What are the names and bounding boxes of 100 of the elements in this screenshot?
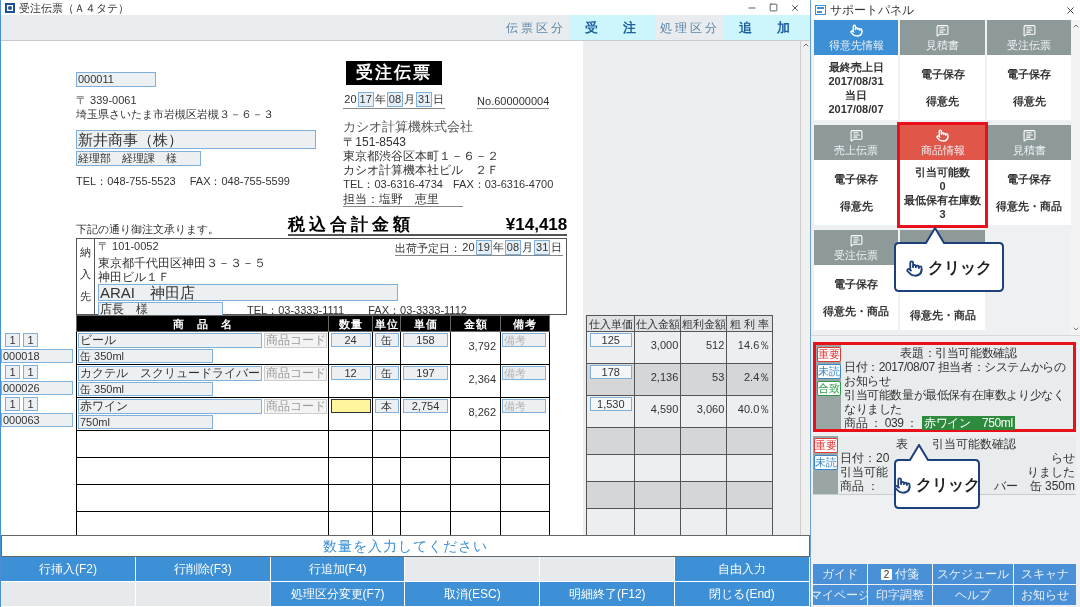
notice-text: 日付：20 bbox=[840, 451, 890, 465]
tile-text: 得意先 bbox=[1012, 93, 1046, 108]
tile-label: 見積書 bbox=[1012, 143, 1046, 157]
date-text: 20 bbox=[461, 240, 476, 255]
tile-text: 得意先 bbox=[839, 198, 873, 213]
delivery-address: 神田ビル１Ｆ bbox=[98, 270, 171, 284]
date-text: 20 bbox=[343, 92, 358, 107]
amount-text: 3,792 bbox=[468, 340, 496, 352]
column-header: 仕入単価 bbox=[586, 315, 635, 332]
column-header: 金額 bbox=[450, 315, 501, 332]
status-badge: 未読 bbox=[816, 364, 841, 379]
postal-code: 〒 101-0052 bbox=[98, 239, 159, 254]
notice-text: 日付：2017/08/07 担当者：システムからのお知らせ bbox=[844, 360, 1067, 388]
amount-text: 2,364 bbox=[468, 373, 496, 385]
tile-text: 最終売上日 bbox=[828, 59, 884, 74]
notice-text: 商品 ： bbox=[840, 479, 880, 493]
date-text: 年 bbox=[491, 240, 505, 255]
date-text: 日 bbox=[432, 92, 446, 107]
tile-text: 得意先 bbox=[926, 93, 959, 108]
tile-text: 得意先・商品 bbox=[996, 198, 1062, 213]
tile-text: 引当可能数 bbox=[915, 164, 970, 179]
issuer-address: カシオ計算機本社ビル ２Ｆ bbox=[343, 163, 500, 177]
slip-title: 受注伝票 bbox=[346, 61, 443, 85]
notice-text: りました bbox=[1027, 465, 1075, 479]
product-highlight: 赤ワイン 750ml bbox=[922, 416, 1015, 430]
notice-text: 引当可能 bbox=[840, 465, 888, 479]
status-badge: 重要 bbox=[816, 347, 841, 362]
staff-name: 担当：塩野 恵里 bbox=[343, 192, 464, 207]
notice-text: らせ bbox=[1051, 451, 1075, 465]
tile-text: 2017/08/31 bbox=[828, 73, 884, 88]
cost-text: 2,136 bbox=[650, 371, 679, 383]
notice-text: バー 缶 350m bbox=[993, 479, 1075, 493]
header-value: 追 加 bbox=[724, 15, 810, 40]
amount-text: 8,262 bbox=[468, 406, 496, 418]
notice-title: 引当可能数確認 bbox=[932, 437, 1016, 451]
tile-text: 電子保存 bbox=[834, 277, 878, 292]
delivery-label: 納入先 bbox=[80, 245, 91, 304]
message-bar: 数量を入力してください bbox=[1, 535, 810, 557]
total-amount: ¥14,418 bbox=[505, 215, 568, 234]
header-label: 伝票区分 bbox=[505, 19, 567, 37]
column-header: 単位 bbox=[372, 315, 401, 332]
slip-number: No.600000004 bbox=[477, 94, 550, 109]
count-badge: 2 bbox=[880, 568, 893, 580]
cost-text: 3,000 bbox=[650, 339, 679, 351]
fax-text: FAX：03-3333-1112 bbox=[368, 302, 467, 317]
fax-text: FAX：048-755-5599 bbox=[189, 174, 290, 188]
date-text: 日 bbox=[550, 240, 564, 255]
tile-text: 0 bbox=[939, 178, 946, 193]
notice-title: 表題：引当可能数確認 bbox=[900, 346, 1017, 360]
status-badge: 合致 bbox=[816, 381, 841, 396]
tile-text: 電子保存 bbox=[920, 67, 965, 82]
column-header: 商 品 名 bbox=[76, 315, 329, 332]
panel-title: サポートパネル bbox=[830, 2, 914, 18]
tile-label: 受注伝票 bbox=[1007, 38, 1051, 52]
column-header: 数量 bbox=[328, 315, 373, 332]
column-header: 仕入金額 bbox=[634, 315, 681, 332]
tel-text: TEL：048-755-5523 bbox=[76, 174, 176, 188]
tile-text: 最低保有在庫数 bbox=[904, 192, 981, 207]
tile-text: 電子保存 bbox=[834, 172, 878, 187]
margin-text: 14.6％ bbox=[737, 339, 771, 351]
window-title: 受注伝票（Ａ４タテ） bbox=[19, 0, 129, 15]
delivery-address: 東京都千代田区神田３－３－５ bbox=[98, 256, 267, 270]
address: 埼玉県さいたま市岩槻区岩槻３－６－３ bbox=[76, 107, 274, 121]
cost-text: 4,590 bbox=[650, 403, 679, 415]
tel-text: TEL：03-6316-4734 bbox=[343, 177, 443, 191]
tile-text: 3 bbox=[939, 206, 946, 221]
notice-text: 引当可能数量が最低保有在庫数より少なくなりました bbox=[844, 388, 1066, 416]
header-label: 処理区分 bbox=[659, 19, 721, 37]
tile-text: 当日 bbox=[845, 87, 867, 102]
tile-text: 電子保存 bbox=[1007, 172, 1051, 187]
tel-text: TEL：03-3333-1111 bbox=[247, 302, 345, 317]
tile-label: 得意先情報 bbox=[828, 38, 884, 52]
tooltip-text: クリック bbox=[916, 475, 980, 495]
column-header: 備考 bbox=[500, 315, 550, 332]
status-badge: 未読 bbox=[813, 455, 838, 470]
tile-text: 電子保存 bbox=[1007, 67, 1051, 82]
margin-text: 2.4％ bbox=[744, 371, 771, 383]
postal-code: 〒 339-0061 bbox=[76, 93, 137, 107]
margin-text: 40.0％ bbox=[737, 403, 771, 415]
tile-label: 見積書 bbox=[926, 38, 959, 52]
notice-title: 表 bbox=[896, 437, 908, 451]
date-text: 年 bbox=[373, 92, 387, 107]
tooltip-text: クリック bbox=[928, 258, 992, 278]
profit-text: 512 bbox=[705, 339, 725, 351]
date-text: 月 bbox=[521, 240, 535, 255]
issuer-address: 東京都渋谷区本町１－６－２ bbox=[343, 149, 500, 163]
header-value: 受 注 bbox=[570, 15, 656, 40]
column-header: 単価 bbox=[400, 315, 451, 332]
profit-text: 53 bbox=[712, 371, 725, 383]
tile-text: 得意先・商品 bbox=[823, 303, 889, 318]
column-header: 粗 利 率 bbox=[726, 315, 773, 332]
tile-label: 商品情報 bbox=[920, 143, 965, 157]
total-label: 税込合計金額 bbox=[288, 215, 414, 234]
ship-date-label: 出荷予定日： bbox=[395, 240, 462, 255]
profit-text: 3,060 bbox=[696, 403, 725, 415]
tile-label: 受注伝票 bbox=[834, 248, 878, 262]
fax-text: FAX：03-6316-4700 bbox=[452, 177, 554, 191]
column-header: 粗利金額 bbox=[680, 315, 727, 332]
date-text: 月 bbox=[403, 92, 417, 107]
status-badge: 重要 bbox=[813, 438, 838, 453]
